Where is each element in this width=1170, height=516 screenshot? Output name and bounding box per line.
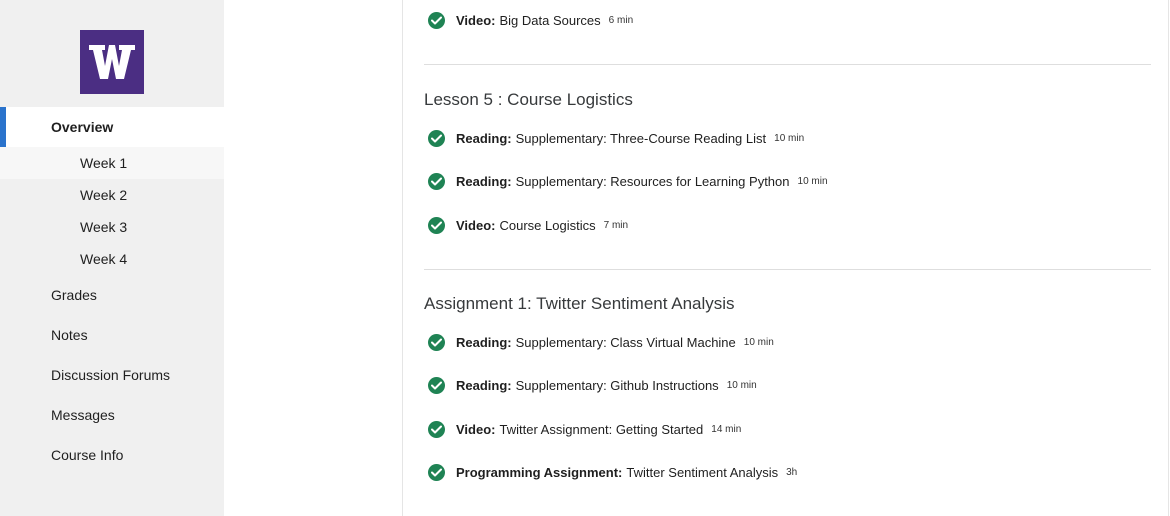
item-type: Reading: [456,377,512,393]
item-duration: 14 min [711,423,742,435]
item-title: Twitter Assignment: Getting Started [499,421,704,437]
nav-course-info[interactable]: Course Info [0,435,224,475]
check-circle-icon [428,11,445,29]
item-duration: 10 min [797,175,828,187]
item-duration: 6 min [608,14,634,26]
list-item[interactable]: Programming Assignment: Twitter Sentimen… [428,461,797,483]
list-item-big-data-sources[interactable]: Video: Big Data Sources 6 min [428,9,633,31]
item-type: Programming Assignment: [456,464,623,480]
nav-week-3[interactable]: Week 3 [0,211,224,243]
section-divider [424,269,1151,270]
item-duration: 10 min [774,132,805,144]
nav-messages[interactable]: Messages [0,395,224,435]
nav-week-2[interactable]: Week 2 [0,179,224,211]
item-type: Reading: [456,130,512,146]
item-duration: 7 min [603,219,629,231]
nav-week-4[interactable]: Week 4 [0,243,224,275]
nav-week-1[interactable]: Week 1 [0,147,224,179]
nav-overview[interactable]: Overview [0,107,224,147]
week-content: Video: Big Data Sources 6 min Lesson 5 :… [402,0,1169,516]
item-type: Video: [456,217,496,233]
check-circle-icon [428,420,445,438]
check-circle-icon [428,376,445,394]
list-item[interactable]: Video: Twitter Assignment: Getting Start… [428,418,741,440]
item-type: Reading: [456,334,512,350]
list-item[interactable]: Reading: Supplementary: Resources for Le… [428,170,828,192]
item-title: Supplementary: Class Virtual Machine [515,334,736,350]
item-type: Video: [456,421,496,437]
list-item[interactable]: Video: Course Logistics 7 min [428,214,628,236]
section-title-lesson-5: Lesson 5 : Course Logistics [424,90,633,109]
check-circle-icon [428,463,445,481]
item-title: Big Data Sources [499,12,601,28]
item-type: Reading: [456,173,512,189]
course-page: Overview Week 1 Week 2 Week 3 Week 4 Gra… [0,0,1170,516]
section-title-assignment-1: Assignment 1: Twitter Sentiment Analysis [424,294,735,313]
item-title: Supplementary: Three-Course Reading List [515,130,767,146]
course-nav: Overview Week 1 Week 2 Week 3 Week 4 Gra… [0,107,224,475]
nav-grades[interactable]: Grades [0,275,224,315]
nav-notes[interactable]: Notes [0,315,224,355]
item-duration: 3h [786,466,798,478]
list-item[interactable]: Reading: Supplementary: Github Instructi… [428,374,757,396]
university-logo[interactable] [80,30,144,94]
check-circle-icon [428,129,445,147]
list-item[interactable]: Reading: Supplementary: Three-Course Rea… [428,127,804,149]
section-divider [424,64,1151,65]
list-item[interactable]: Reading: Supplementary: Class Virtual Ma… [428,331,774,353]
sidebar: Overview Week 1 Week 2 Week 3 Week 4 Gra… [0,0,224,516]
item-title: Supplementary: Github Instructions [515,377,719,393]
item-duration: 10 min [726,379,757,391]
check-circle-icon [428,216,445,234]
item-title: Twitter Sentiment Analysis [626,464,779,480]
item-title: Course Logistics [499,217,596,233]
w-logo-icon [89,45,135,79]
check-circle-icon [428,333,445,351]
item-title: Supplementary: Resources for Learning Py… [515,173,790,189]
check-circle-icon [428,172,445,190]
item-duration: 10 min [743,336,774,348]
nav-discussion-forums[interactable]: Discussion Forums [0,355,224,395]
item-type: Video: [456,12,496,28]
